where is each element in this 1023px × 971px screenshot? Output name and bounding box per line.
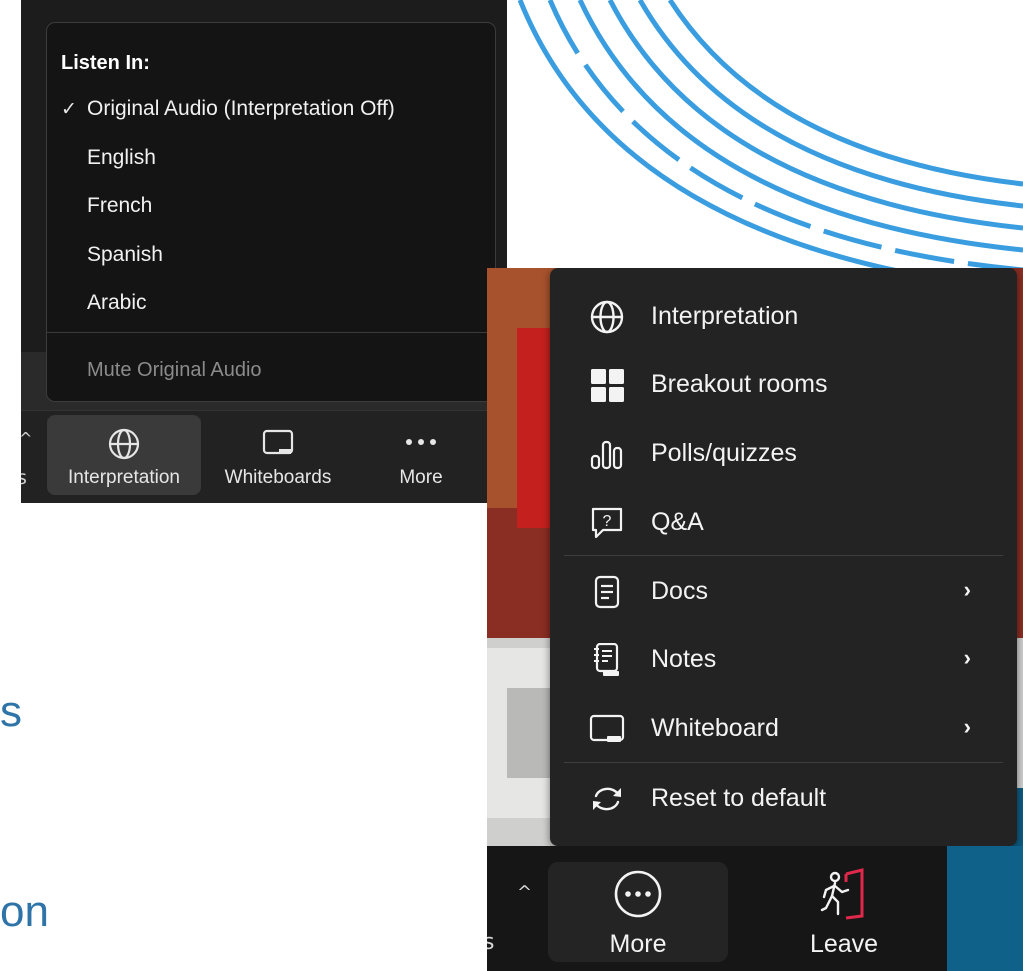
toolbar-partial-label: s: [487, 930, 495, 955]
menu-item-label: Breakout rooms: [651, 370, 828, 398]
language-option-french[interactable]: French: [87, 194, 152, 218]
meeting-toolbar: ^ s Interpretation Whiteboards More: [21, 410, 507, 503]
mute-original-audio-option[interactable]: Mute Original Audio: [87, 359, 262, 382]
leave-label: Leave: [809, 930, 879, 958]
leave-button[interactable]: Leave: [769, 862, 919, 962]
menu-item-label: Q&A: [651, 508, 704, 536]
chevron-right-icon: ›: [963, 645, 971, 670]
menu-item-breakout-rooms[interactable]: Breakout rooms: [550, 354, 1017, 414]
refresh-icon: [593, 787, 621, 811]
menu-item-interpretation[interactable]: Interpretation: [550, 286, 1017, 346]
whiteboard-icon: [589, 714, 625, 742]
video-edge: [947, 846, 1023, 971]
whiteboards-label: Whiteboards: [224, 467, 332, 488]
whiteboard-icon: [262, 429, 294, 455]
meeting-toolbar: ^ s More Leave: [487, 846, 1023, 971]
chevron-right-icon: ›: [963, 714, 971, 739]
grid-icon: [591, 369, 624, 402]
menu-divider: [564, 762, 1003, 763]
language-option-original[interactable]: Original Audio (Interpretation Off): [87, 97, 395, 121]
whiteboards-button[interactable]: Whiteboards: [209, 415, 347, 495]
menu-divider: [47, 332, 495, 333]
menu-item-polls-quizzes[interactable]: Polls/quizzes: [550, 423, 1017, 483]
more-options-menu: Interpretation Breakout rooms Polls/quiz…: [550, 268, 1017, 846]
notes-icon: [594, 643, 619, 676]
slide-text-fragment: s: [0, 687, 22, 736]
ellipsis-circle-icon: [614, 870, 662, 918]
chevron-right-icon: ›: [963, 577, 971, 602]
language-option-english[interactable]: English: [87, 146, 156, 170]
language-option-arabic[interactable]: Arabic: [87, 291, 147, 315]
caret-up-icon[interactable]: ^: [517, 882, 532, 903]
menu-item-qa[interactable]: ? Q&A: [550, 492, 1017, 552]
menu-item-reset-to-default[interactable]: Reset to default: [550, 768, 1017, 828]
menu-item-label: Interpretation: [651, 302, 799, 330]
document-icon: [594, 575, 620, 609]
poll-icon: [590, 440, 623, 470]
ellipsis-icon: [406, 439, 436, 445]
language-option-spanish[interactable]: Spanish: [87, 243, 163, 267]
more-label: More: [609, 930, 667, 958]
menu-item-whiteboard[interactable]: Whiteboard ›: [550, 698, 1017, 758]
leave-door-icon: [820, 868, 864, 920]
menu-item-label: Docs: [651, 577, 708, 605]
menu-item-label: Reset to default: [651, 784, 827, 812]
svg-text:?: ?: [603, 513, 612, 530]
toolbar-partial-label: s: [21, 467, 27, 489]
more-label: More: [399, 467, 443, 488]
check-icon: ✓: [61, 99, 77, 120]
interpretation-menu-screenshot: Listen In: ✓ Original Audio (Interpretat…: [21, 0, 507, 503]
more-menu-screenshot: Interpretation Breakout rooms Polls/quiz…: [487, 268, 1023, 971]
menu-item-label: Whiteboard: [651, 714, 779, 742]
caret-up-icon[interactable]: ^: [21, 429, 32, 448]
slide-text-fragment: on: [0, 887, 49, 936]
listen-in-menu: Listen In: ✓ Original Audio (Interpretat…: [46, 22, 496, 402]
menu-item-notes[interactable]: Notes ›: [550, 629, 1017, 689]
globe-icon: [108, 428, 140, 460]
menu-item-docs[interactable]: Docs ›: [550, 561, 1017, 621]
interpretation-label: Interpretation: [68, 467, 180, 488]
interpretation-button[interactable]: Interpretation: [47, 415, 201, 495]
menu-item-label: Polls/quizzes: [651, 439, 797, 467]
menu-divider: [564, 555, 1003, 556]
question-bubble-icon: ?: [591, 507, 623, 539]
globe-icon: [590, 300, 624, 334]
menu-item-label: Notes: [651, 645, 717, 673]
more-button[interactable]: More: [366, 415, 476, 495]
listen-in-title: Listen In:: [61, 52, 150, 74]
more-button[interactable]: More: [548, 862, 728, 962]
